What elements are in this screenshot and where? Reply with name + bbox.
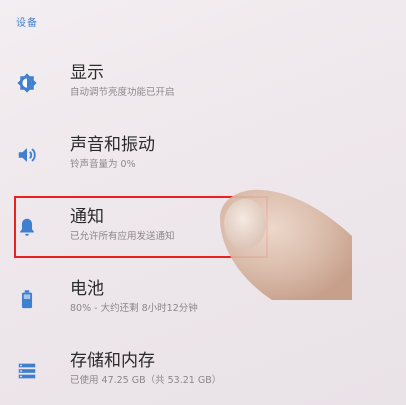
settings-item-title: 显示 — [70, 63, 104, 83]
settings-item-subtitle: 自动调节亮度功能已开启 — [70, 87, 175, 98]
settings-item-storage[interactable]: 存储和内存 已使用 47.25 GB（共 53.21 GB） — [0, 338, 406, 404]
battery-icon — [14, 286, 40, 312]
section-header: 设备 — [16, 18, 38, 29]
volume-icon — [14, 142, 40, 168]
settings-item-title: 电池 — [70, 279, 104, 299]
settings-item-subtitle: 80% - 大约还剩 8小时12分钟 — [70, 303, 198, 314]
brightness-icon — [14, 70, 40, 96]
storage-icon — [14, 358, 40, 384]
settings-item-sound[interactable]: 声音和振动 铃声音量为 0% — [0, 122, 406, 188]
settings-item-subtitle: 已允许所有应用发送通知 — [70, 231, 175, 242]
settings-item-subtitle: 铃声音量为 0% — [70, 159, 136, 170]
settings-item-display[interactable]: 显示 自动调节亮度功能已开启 — [0, 50, 406, 116]
settings-item-subtitle: 已使用 47.25 GB（共 53.21 GB） — [70, 375, 222, 386]
bell-icon — [14, 214, 40, 240]
settings-item-title: 通知 — [70, 207, 104, 227]
settings-item-notifications[interactable]: 通知 已允许所有应用发送通知 — [0, 194, 406, 260]
settings-item-battery[interactable]: 电池 80% - 大约还剩 8小时12分钟 — [0, 266, 406, 332]
settings-item-title: 声音和振动 — [70, 135, 155, 155]
settings-item-title: 存储和内存 — [70, 351, 155, 371]
